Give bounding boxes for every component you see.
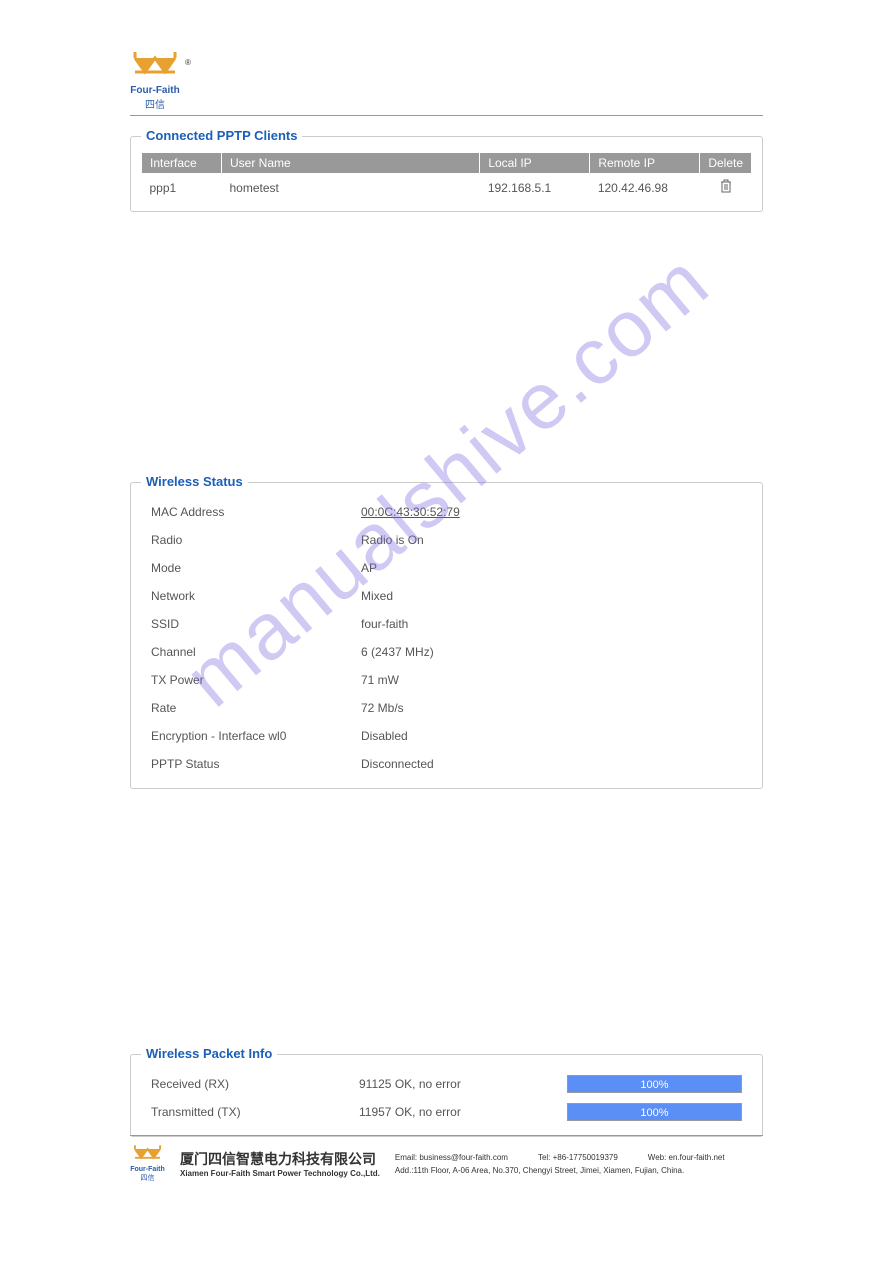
packet-label: Received (RX) (151, 1077, 359, 1091)
wireless-packet-panel: Wireless Packet Info Received (RX) 91125… (130, 1054, 763, 1137)
packet-panel-title: Wireless Packet Info (141, 1046, 277, 1061)
header-logo-bar: Four-Faith 四信 ® (130, 50, 763, 116)
progress-bar: 100% (567, 1075, 742, 1093)
brand-sub: 四信 (145, 96, 165, 111)
cell-remoteip: 120.42.46.98 (590, 174, 700, 202)
footer-contact: Email: business@four-faith.com Tel: +86-… (395, 1153, 725, 1175)
status-value: four-faith (361, 617, 742, 631)
cell-localip: 192.168.5.1 (480, 174, 590, 202)
packet-label: Transmitted (TX) (151, 1105, 359, 1119)
status-label: Radio (151, 533, 361, 547)
status-row: PPTP Status Disconnected (141, 750, 752, 778)
progress-container: 100% (567, 1075, 742, 1093)
status-label: Mode (151, 561, 361, 575)
page-footer: Four-Faith 四信 厦门四信智慧电力科技有限公司 Xiamen Four… (130, 1135, 763, 1183)
status-row: TX Power 71 mW (141, 666, 752, 694)
status-label: MAC Address (151, 505, 361, 519)
progress-bar: 100% (567, 1103, 742, 1121)
status-label: Encryption - Interface wl0 (151, 729, 361, 743)
cell-interface: ppp1 (142, 174, 222, 202)
pptp-clients-panel: Connected PPTP Clients Interface User Na… (130, 136, 763, 212)
status-label: Network (151, 589, 361, 603)
status-label: TX Power (151, 673, 361, 687)
brand-logo: Four-Faith 四信 (130, 50, 180, 111)
footer-company: 厦门四信智慧电力科技有限公司 Xiamen Four-Faith Smart P… (180, 1149, 380, 1178)
status-value: Disconnected (361, 757, 742, 771)
footer-company-en: Xiamen Four-Faith Smart Power Technology… (180, 1169, 380, 1178)
page-content: Four-Faith 四信 ® Connected PPTP Clients I… (0, 0, 893, 1137)
status-label: Channel (151, 645, 361, 659)
pptp-clients-table: Interface User Name Local IP Remote IP D… (141, 152, 752, 201)
status-label: SSID (151, 617, 361, 631)
status-value: Disabled (361, 729, 742, 743)
status-value: 72 Mb/s (361, 701, 742, 715)
status-row: Rate 72 Mb/s (141, 694, 752, 722)
col-interface: Interface (142, 153, 222, 174)
footer-contact-row: Email: business@four-faith.com Tel: +86-… (395, 1153, 725, 1162)
trash-icon[interactable] (720, 182, 732, 196)
footer-brand-name: Four-Faith (130, 1166, 165, 1173)
status-label: PPTP Status (151, 757, 361, 771)
brand-name: Four-Faith (130, 85, 179, 96)
footer-logo: Four-Faith 四信 (130, 1144, 165, 1183)
footer-web: Web: en.four-faith.net (648, 1153, 725, 1162)
pptp-panel-title: Connected PPTP Clients (141, 128, 302, 143)
footer-address: Add.:11th Floor, A-06 Area, No.370, Chen… (395, 1166, 725, 1175)
status-row: Encryption - Interface wl0 Disabled (141, 722, 752, 750)
status-value: 00:0C:43:30:52:79 (361, 505, 742, 519)
status-value: Mixed (361, 589, 742, 603)
table-row: ppp1 hometest 192.168.5.1 120.42.46.98 (142, 174, 752, 202)
status-value: AP (361, 561, 742, 575)
status-row: Radio Radio is On (141, 526, 752, 554)
footer-company-cn: 厦门四信智慧电力科技有限公司 (180, 1149, 380, 1169)
status-value: Radio is On (361, 533, 742, 547)
status-row: Channel 6 (2437 MHz) (141, 638, 752, 666)
col-delete: Delete (700, 153, 752, 174)
status-row: SSID four-faith (141, 610, 752, 638)
packet-value: 91125 OK, no error (359, 1077, 567, 1091)
status-label: Rate (151, 701, 361, 715)
packet-row: Transmitted (TX) 11957 OK, no error 100% (141, 1098, 752, 1126)
status-value: 6 (2437 MHz) (361, 645, 742, 659)
packet-value: 11957 OK, no error (359, 1105, 567, 1119)
footer-tel: Tel: +86-17750019379 (538, 1153, 618, 1162)
trademark-icon: ® (185, 58, 191, 67)
footer-email: Email: business@four-faith.com (395, 1153, 508, 1162)
cell-delete (700, 174, 752, 202)
col-username: User Name (222, 153, 480, 174)
wireless-status-panel: Wireless Status MAC Address 00:0C:43:30:… (130, 482, 763, 789)
footer-brand-sub: 四信 (141, 1173, 155, 1183)
four-faith-logo-icon (130, 50, 180, 85)
progress-container: 100% (567, 1103, 742, 1121)
col-remoteip: Remote IP (590, 153, 700, 174)
wireless-status-title: Wireless Status (141, 474, 248, 489)
status-row: MAC Address 00:0C:43:30:52:79 (141, 498, 752, 526)
col-localip: Local IP (480, 153, 590, 174)
four-faith-logo-icon (130, 1144, 165, 1166)
cell-username: hometest (222, 174, 480, 202)
status-row: Network Mixed (141, 582, 752, 610)
status-row: Mode AP (141, 554, 752, 582)
table-header-row: Interface User Name Local IP Remote IP D… (142, 153, 752, 174)
packet-row: Received (RX) 91125 OK, no error 100% (141, 1070, 752, 1098)
status-value: 71 mW (361, 673, 742, 687)
